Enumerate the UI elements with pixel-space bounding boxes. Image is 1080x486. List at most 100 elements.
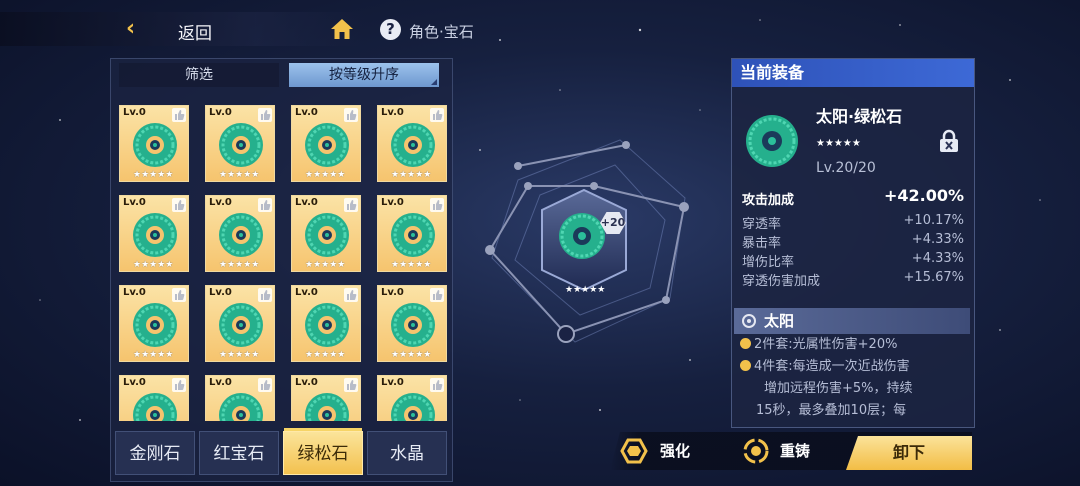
lock-icon[interactable] — [938, 129, 960, 153]
sub-stat-value: +4.33% — [911, 251, 964, 266]
bullet-icon — [740, 338, 751, 349]
turquoise-gem-icon — [305, 213, 349, 257]
set-bonus-line: 2件套:光属性伤害+20% — [740, 335, 968, 355]
gem-card[interactable]: Lv.0★★★★★ — [291, 375, 361, 421]
set-target-icon — [742, 314, 756, 328]
bullet-icon — [740, 360, 751, 371]
set-bonus-line: 15秒，最多叠加10层；每 — [756, 403, 907, 418]
gem-card-level: Lv.0 — [123, 377, 146, 388]
main-stat-label: 攻击加成 — [742, 193, 795, 208]
turquoise-gem-icon — [133, 303, 177, 347]
tab-crystal[interactable]: 水晶 — [367, 431, 447, 475]
gem-card[interactable]: Lv.0 ★★★★★ — [291, 285, 361, 362]
turquoise-gem-icon — [133, 123, 177, 167]
turquoise-gem-icon — [305, 393, 349, 421]
gem-card-level: Lv.0 — [295, 377, 318, 388]
tab-ruby[interactable]: 红宝石 — [199, 431, 279, 475]
dropdown-corner-icon — [431, 79, 437, 85]
gem-card[interactable]: Lv.0★★★★★ — [377, 375, 447, 421]
main-stat-value: +42.00% — [883, 186, 964, 205]
gem-card-stars: ★★★★★ — [219, 260, 260, 270]
gem-card[interactable]: Lv.0★★★★★ — [377, 105, 447, 182]
reforge-icon[interactable] — [742, 438, 770, 464]
enhance-button[interactable]: 强化 — [660, 432, 690, 470]
gem-card-level: Lv.0 — [381, 287, 404, 298]
set-name: 太阳 — [764, 312, 795, 330]
equipped-gem-icon — [559, 213, 605, 259]
enhance-icon[interactable] — [620, 438, 648, 464]
gem-card[interactable]: Lv.0★★★★★ — [205, 375, 275, 421]
set-bonus-line: 4件套:每造成一次近战伤害 — [740, 357, 968, 377]
breadcrumb: 角色·宝石 — [409, 23, 474, 41]
current-gem-icon — [746, 115, 798, 167]
sub-stat-value: +15.67% — [903, 270, 964, 285]
gem-card[interactable]: Lv.0★★★★★ — [119, 375, 189, 421]
gem-card-level: Lv.0 — [381, 377, 404, 388]
reforge-button[interactable]: 重铸 — [780, 432, 810, 470]
gem-card-stars: ★★★★★ — [133, 260, 174, 270]
gem-card[interactable]: Lv.0★★★★★ — [377, 195, 447, 272]
gem-card-level: Lv.0 — [123, 107, 146, 118]
sub-stat-label: 暴击率 — [742, 236, 782, 251]
filter-button[interactable]: 筛选 — [119, 63, 279, 87]
set-bonus-header: 太阳 — [734, 308, 970, 334]
turquoise-gem-icon — [305, 303, 349, 347]
top-bar: ‹ 返回 ? 角色·宝石 — [0, 0, 1080, 60]
gem-card[interactable]: Lv.0★★★★★ — [119, 195, 189, 272]
sub-stat-label: 穿透伤害加成 — [742, 274, 821, 289]
sort-label: 按等级升序 — [329, 67, 399, 83]
panel-title: 当前装备 — [732, 59, 974, 87]
back-button[interactable]: 返回 — [178, 19, 212, 44]
gem-card[interactable]: Lv.0★★★★★ — [291, 195, 361, 272]
gem-name: 太阳·绿松石 — [816, 107, 903, 126]
gem-card-stars: ★★★★★ — [133, 350, 174, 360]
sort-button[interactable]: 按等级升序 — [289, 63, 439, 87]
home-icon[interactable] — [330, 18, 354, 40]
gem-card-stars: ★★★★★ — [391, 260, 432, 270]
gem-card[interactable]: Lv.0 ★★★★★ — [205, 285, 275, 362]
sub-stat-label: 增伤比率 — [742, 255, 795, 270]
unequip-button[interactable]: 卸下 — [846, 436, 972, 470]
turquoise-gem-icon — [305, 123, 349, 167]
turquoise-gem-icon — [391, 213, 435, 257]
sub-stat-label: 穿透率 — [742, 217, 782, 232]
gem-card-level: Lv.0 — [295, 287, 318, 298]
gem-card[interactable]: Lv.0★★★★★ — [205, 105, 275, 182]
gem-stars: ★★★★★ — [816, 138, 861, 149]
sub-stat-row: 增伤比率 +4.33% — [742, 251, 964, 270]
turquoise-gem-icon — [133, 213, 177, 257]
gem-card-level: Lv.0 — [209, 287, 232, 298]
set-bonus-text: 4件套:每造成一次近战伤害 — [754, 359, 910, 374]
gem-card-level: Lv.0 — [209, 197, 232, 208]
gem-card[interactable]: Lv.0 ★★★★★ — [377, 285, 447, 362]
gem-card-stars: ★★★★★ — [305, 260, 346, 270]
gem-grid: Lv.0 ★★★★★ Lv.0 ★★★★★ Lv.0 ★★★★★ Lv.0 ★★★★★ Lv.0… — [119, 105, 449, 421]
gem-card-stars: ★★★★★ — [219, 350, 260, 360]
tab-turquoise[interactable]: 绿松石 — [283, 428, 363, 475]
current-equipment-panel: 当前装备 太阳·绿松石 ★★★★★ Lv.20/20 攻击加成 +42.00% … — [731, 58, 975, 428]
gem-card[interactable]: Lv.0★★★★★ — [291, 105, 361, 182]
gem-card-stars: ★★★★★ — [391, 170, 432, 180]
turquoise-gem-icon — [219, 303, 263, 347]
gem-card[interactable]: Lv.0 ★★★★★ — [119, 285, 189, 362]
gem-card[interactable]: Lv.0 ★★★★★ — [205, 195, 275, 272]
turquoise-gem-icon — [133, 393, 177, 421]
gem-card-stars: ★★★★★ — [305, 350, 346, 360]
question-icon[interactable]: ? — [380, 19, 401, 40]
set-bonus-text: 2件套:光属性伤害+20% — [754, 337, 898, 352]
gem-card-level: Lv.0 — [209, 107, 232, 118]
gem-card-level: Lv.0 — [123, 287, 146, 298]
chevron-left-icon[interactable]: ‹ — [126, 18, 135, 40]
set-bonus-line: 增加远程伤害+5%，持续 — [764, 381, 913, 396]
turquoise-gem-icon — [391, 303, 435, 347]
turquoise-gem-icon — [219, 213, 263, 257]
gem-level: Lv.20/20 — [816, 160, 876, 176]
equipped-gem-stars: ★★★★★ — [565, 285, 606, 295]
gem-card-stars: ★★★★★ — [133, 170, 174, 180]
turquoise-gem-icon — [391, 393, 435, 421]
gem-card-level: Lv.0 — [209, 377, 232, 388]
tab-diamond[interactable]: 金刚石 — [115, 431, 195, 475]
gem-card[interactable]: Lv.0 ★★★★★ — [119, 105, 189, 182]
sub-stat-row: 暴击率 +4.33% — [742, 232, 964, 251]
gem-card-stars: ★★★★★ — [391, 350, 432, 360]
